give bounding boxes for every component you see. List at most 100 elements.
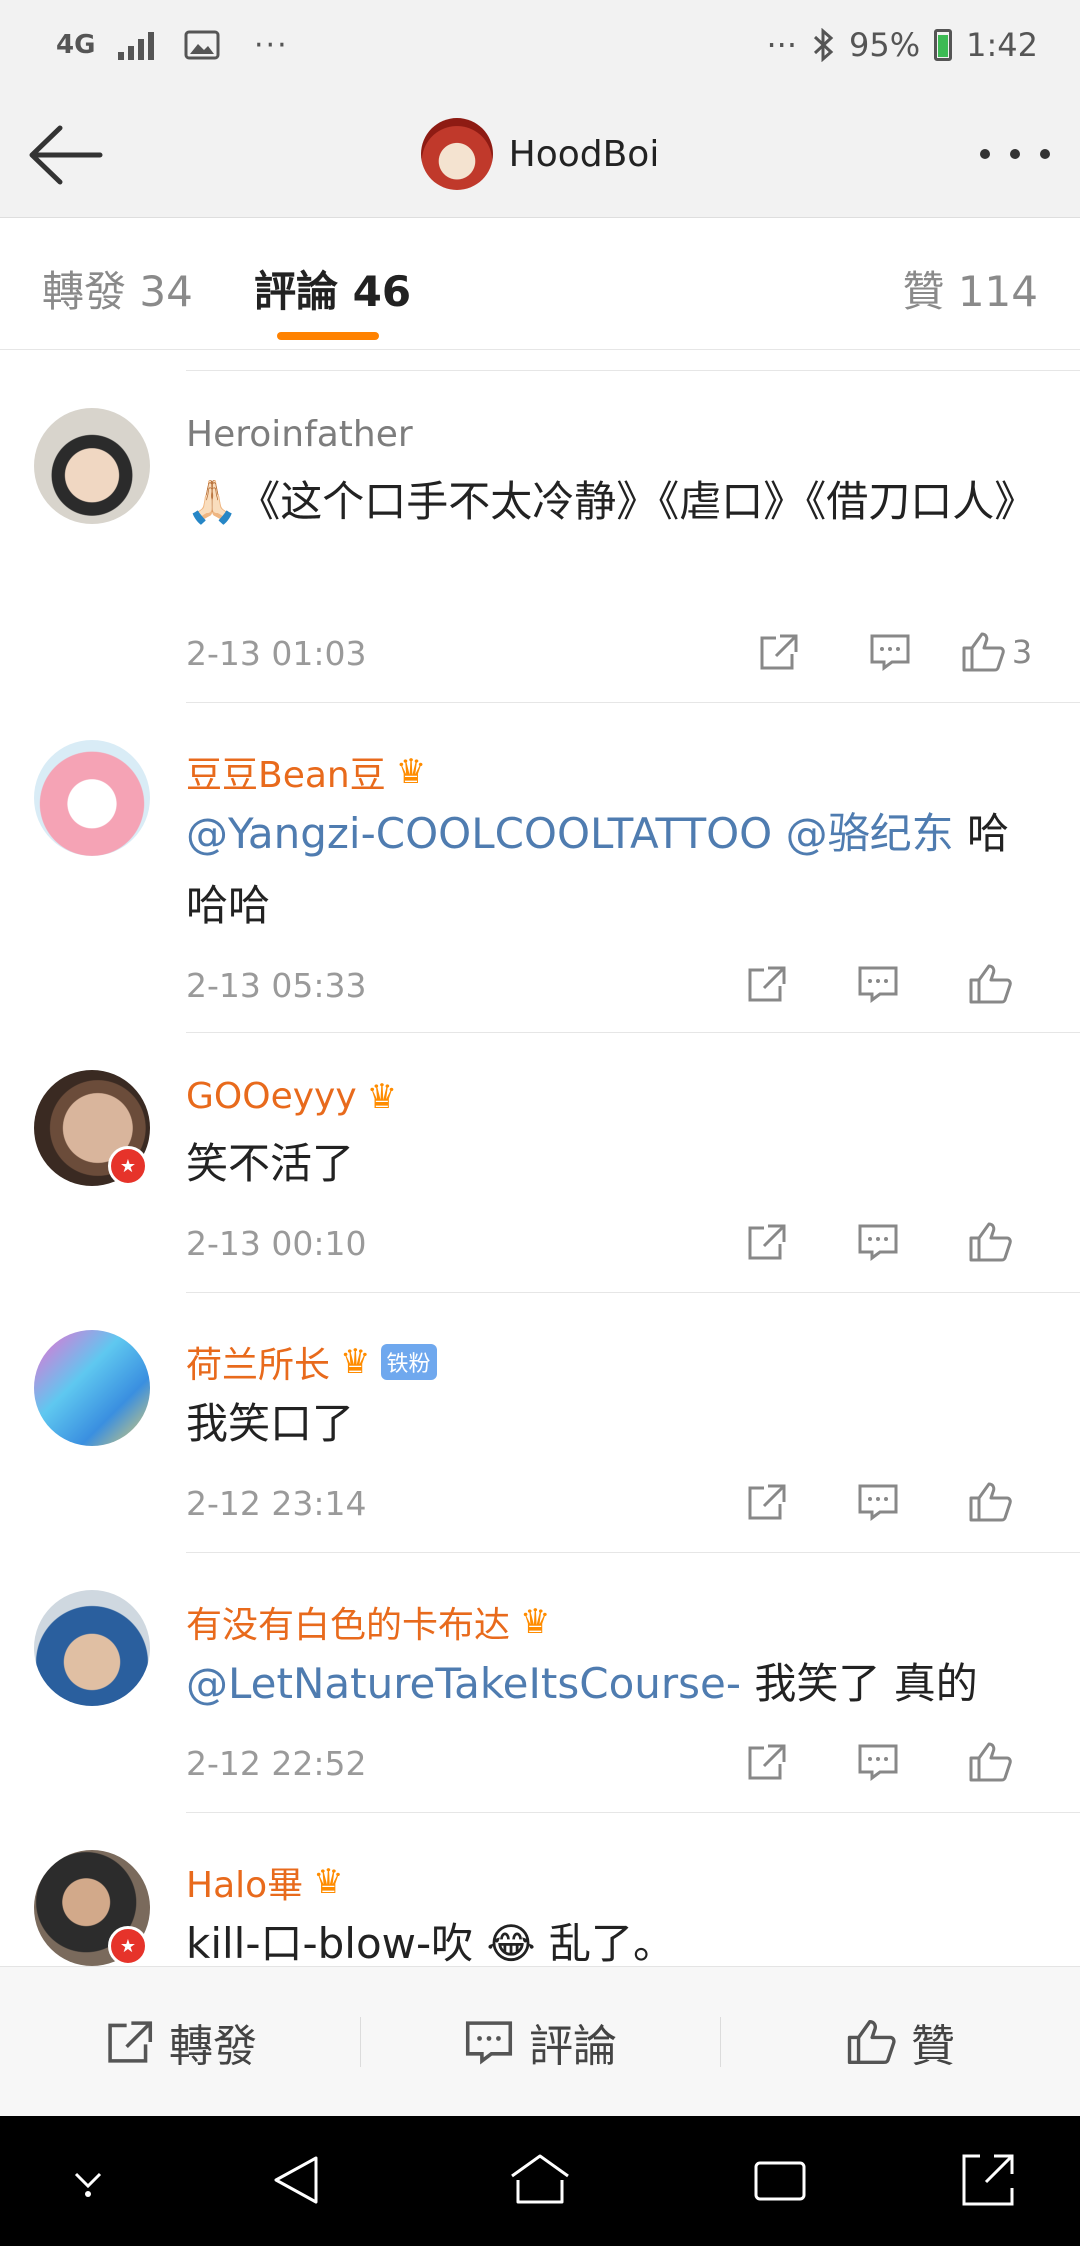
like-count: 3: [1011, 633, 1033, 671]
divider: [186, 370, 1080, 371]
comment-time: 2-12 23:14: [186, 1484, 367, 1523]
like-button[interactable]: [934, 954, 1046, 1014]
comment-actions: [710, 1472, 1046, 1532]
share-button[interactable]: [710, 954, 822, 1014]
avatar[interactable]: [34, 408, 150, 524]
comment-author[interactable]: Halo畢 ♛: [186, 1856, 344, 1908]
home-icon: [511, 2154, 569, 2204]
comment-time: 2-13 01:03: [186, 634, 367, 673]
reply-button[interactable]: [822, 1212, 934, 1272]
share-button[interactable]: [722, 622, 834, 682]
status-right: ··· 95% 1:42: [767, 0, 1039, 90]
image-notification-icon: [184, 0, 220, 90]
profile-header[interactable]: HoodBoi: [0, 90, 1080, 218]
comment-author[interactable]: GOOeyyy ♛: [186, 1076, 397, 1117]
share-icon: [108, 2020, 153, 2063]
signal-icon: [118, 0, 162, 90]
hide-nav-button[interactable]: [52, 2144, 124, 2216]
more-options-icon[interactable]: [980, 134, 1050, 174]
crown-icon: ♛: [340, 1342, 371, 1382]
comment-body-end: 乱了。: [548, 1919, 675, 1968]
thumbs-up-icon: [969, 1482, 1012, 1522]
recents-nav-button[interactable]: [744, 2144, 816, 2216]
comment-icon: [858, 966, 898, 1003]
verified-icon: ★: [108, 1146, 148, 1186]
comment-icon: [858, 1224, 898, 1261]
bluetooth-icon: [813, 28, 834, 62]
avatar[interactable]: [420, 118, 493, 190]
system-nav-bar: [0, 2116, 1080, 2246]
tab-comments[interactable]: 評論 46: [254, 258, 411, 319]
expand-icon: [962, 2154, 1014, 2206]
comment-time: 2-13 00:10: [186, 1224, 367, 1263]
author-name: GOOeyyy: [186, 1076, 357, 1117]
comment-actions: [710, 1212, 1046, 1272]
page-title: HoodBoi: [508, 133, 660, 175]
avatar[interactable]: [34, 1590, 150, 1706]
author-name: Heroinfather: [186, 414, 413, 455]
share-icon: [748, 1224, 786, 1260]
share-button[interactable]: [710, 1212, 822, 1272]
more-status: ···: [766, 26, 798, 64]
like-button[interactable]: [934, 1212, 1046, 1272]
comment-text: 🙏🏻《这个口手不太冷静》《虐口》《借刀口人》: [186, 477, 1037, 526]
comment-time: 2-13 05:33: [186, 966, 367, 1005]
chevron-down-icon: [74, 2172, 102, 2197]
comment-text: 笑不活了: [186, 1139, 355, 1188]
comment-body: 我笑了 真的: [754, 1659, 978, 1708]
comment-actions: 3: [722, 622, 1046, 682]
crown-icon: ♛: [395, 752, 427, 792]
crown-icon: ♛: [366, 1076, 398, 1117]
tab-reposts[interactable]: 轉發 34: [42, 258, 193, 319]
like-button[interactable]: [934, 1472, 1046, 1532]
divider: [186, 1552, 1080, 1553]
share-icon: [760, 634, 798, 670]
avatar[interactable]: [34, 740, 150, 856]
author-name: 荷兰所长: [186, 1345, 331, 1386]
active-tab-indicator: [277, 332, 379, 340]
like-button[interactable]: 贊: [720, 1967, 1080, 2116]
screen-rotate-button[interactable]: [952, 2144, 1024, 2216]
like-label: 贊: [911, 2020, 955, 2072]
divider: [186, 1812, 1080, 1813]
repost-button[interactable]: 轉發: [0, 1967, 360, 2116]
mention-link[interactable]: @LetNatureTakeItsCourse-: [186, 1659, 741, 1708]
thumbs-up-icon: [969, 1742, 1012, 1782]
avatar[interactable]: [34, 1330, 150, 1446]
mention-link[interactable]: @Yangzi-COOLCOOLTATTOO: [186, 809, 772, 858]
clock: 1:42: [966, 26, 1038, 64]
author-name: 有没有白色的卡布达: [186, 1605, 511, 1646]
comment-author[interactable]: 荷兰所长 ♛ 铁粉: [186, 1336, 437, 1388]
comment-label: 評論: [529, 2020, 617, 2072]
share-button[interactable]: [710, 1732, 822, 1792]
home-nav-button[interactable]: [504, 2144, 576, 2216]
mention-link[interactable]: @骆纪东: [786, 809, 954, 858]
verified-icon: ★: [108, 1926, 148, 1966]
more-notifications: ···: [254, 27, 289, 63]
comment-time: 2-12 22:52: [186, 1744, 367, 1783]
thumbs-up-icon: [847, 2019, 896, 2064]
status-bar: 4G ··· ··· 95% 1:42: [0, 0, 1080, 90]
comment-actions: [710, 954, 1046, 1014]
tab-likes[interactable]: 贊 114: [902, 258, 1038, 319]
like-button[interactable]: [934, 1732, 1046, 1792]
share-icon: [748, 1484, 786, 1520]
reply-button[interactable]: [834, 622, 946, 682]
reply-button[interactable]: [822, 954, 934, 1014]
comment-author[interactable]: 豆豆Bean豆 ♛: [186, 746, 426, 798]
comment-button[interactable]: 評論: [360, 1967, 720, 2116]
reply-button[interactable]: [822, 1472, 934, 1532]
top-nav: HoodBoi: [0, 90, 1080, 218]
comment-author[interactable]: 有没有白色的卡布达 ♛: [186, 1596, 551, 1648]
battery-icon: [934, 29, 953, 61]
back-triangle-icon: [274, 2156, 318, 2204]
like-button[interactable]: 3: [946, 622, 1046, 682]
comment-icon: [858, 1484, 898, 1521]
back-nav-button[interactable]: [262, 2144, 334, 2216]
share-icon: [748, 1744, 786, 1780]
divider: [186, 1032, 1080, 1033]
comment-author[interactable]: Heroinfather: [186, 414, 413, 455]
reply-button[interactable]: [822, 1732, 934, 1792]
share-button[interactable]: [710, 1472, 822, 1532]
comment-actions: [710, 1732, 1046, 1792]
